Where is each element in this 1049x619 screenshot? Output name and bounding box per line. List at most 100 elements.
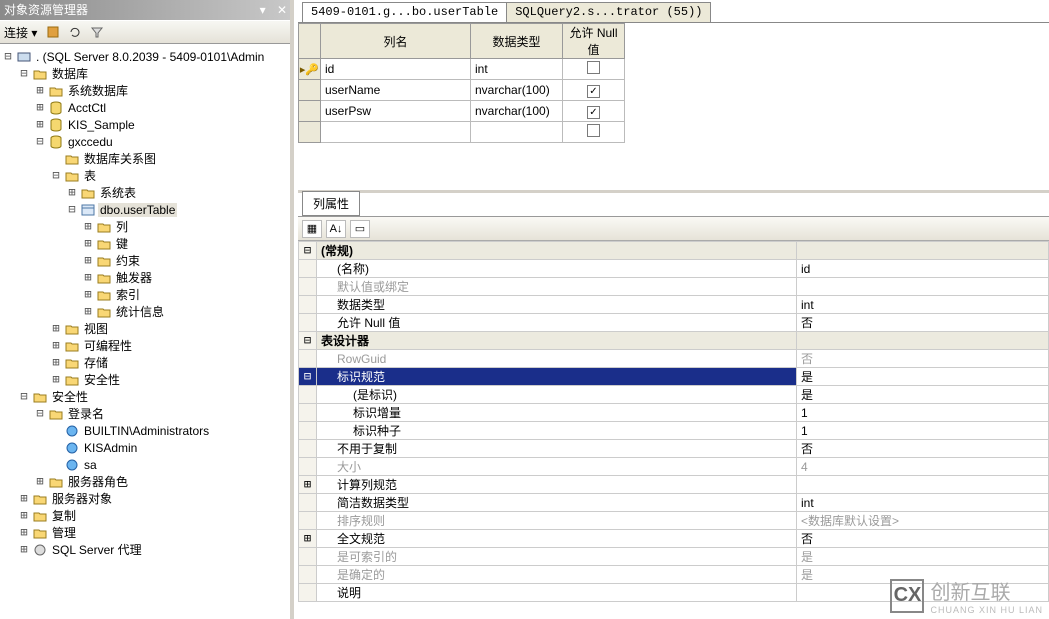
filter-icon[interactable]: [87, 22, 107, 42]
tree-systables[interactable]: 系统表: [98, 184, 138, 201]
tree-db-gxccedu[interactable]: gxccedu: [66, 135, 115, 149]
cell-colname[interactable]: userPsw: [321, 101, 471, 122]
props-row[interactable]: (名称)id: [299, 260, 1049, 278]
tree-replication[interactable]: 复制: [50, 507, 78, 524]
props-row[interactable]: 大小4: [299, 458, 1049, 476]
tree-serverroles[interactable]: 服务器角色: [66, 473, 130, 490]
tree-db-security[interactable]: 安全性: [82, 371, 122, 388]
row-selector[interactable]: ▸🔑: [299, 59, 321, 80]
tab-usertable[interactable]: 5409-0101.g...bo.userTable: [302, 2, 507, 22]
folder-icon: [32, 525, 48, 541]
propertypages-icon[interactable]: ▭: [350, 220, 370, 238]
folder-icon: [96, 270, 112, 286]
connect-button[interactable]: 连接 ▾: [4, 24, 37, 41]
props-tab-columnprops[interactable]: 列属性: [302, 191, 360, 216]
cell-datatype[interactable]: int: [471, 59, 563, 80]
props-row[interactable]: 简洁数据类型int: [299, 494, 1049, 512]
pin-icon[interactable]: ▾: [255, 0, 271, 20]
tree-server-root[interactable]: . (SQL Server 8.0.2039 - 5409-0101\Admin: [34, 50, 266, 64]
tree-login-kisadmin[interactable]: KISAdmin: [82, 441, 139, 455]
columns-grid[interactable]: 列名 数据类型 允许 Null 值 ▸🔑 id int userName nva…: [298, 23, 625, 143]
tree-constraints[interactable]: 约束: [114, 252, 142, 269]
cell-allownull[interactable]: ✓: [563, 101, 625, 122]
grid-row[interactable]: userName nvarchar(100) ✓: [299, 80, 625, 101]
tree-storage[interactable]: 存储: [82, 354, 110, 371]
tree-table-usertable[interactable]: dbo.userTable: [98, 203, 177, 217]
folder-icon: [64, 355, 80, 371]
props-row[interactable]: ⊞全文规范否: [299, 530, 1049, 548]
grid-row[interactable]: ▸🔑 id int: [299, 59, 625, 80]
tree-db-acctctl[interactable]: AcctCtl: [66, 101, 108, 115]
props-row[interactable]: 数据类型int: [299, 296, 1049, 314]
tree-serverobjects[interactable]: 服务器对象: [50, 490, 114, 507]
tree-stats[interactable]: 统计信息: [114, 303, 166, 320]
tree-triggers[interactable]: 触发器: [114, 269, 154, 286]
tree-management[interactable]: 管理: [50, 524, 78, 541]
cell-colname[interactable]: userName: [321, 80, 471, 101]
tree-databases[interactable]: 数据库: [50, 65, 90, 82]
tree-dbdiagrams[interactable]: 数据库关系图: [82, 150, 158, 167]
cell-colname[interactable]: id: [321, 59, 471, 80]
cell-datatype[interactable]: [471, 122, 563, 143]
connect-icon[interactable]: [43, 22, 63, 42]
watermark-sub: CHUANG XIN HU LIAN: [930, 605, 1043, 615]
grid-row[interactable]: userPsw nvarchar(100) ✓: [299, 101, 625, 122]
grid-header-allownull[interactable]: 允许 Null 值: [563, 24, 625, 59]
tab-sqlquery2[interactable]: SQLQuery2.s...trator (55)): [506, 2, 711, 22]
tree-tables[interactable]: 表: [82, 167, 98, 184]
tree-indexes[interactable]: 索引: [114, 286, 142, 303]
tree-columns[interactable]: 列: [114, 218, 130, 235]
refresh-icon[interactable]: [65, 22, 85, 42]
props-row[interactable]: 是可索引的是: [299, 548, 1049, 566]
tree-keys[interactable]: 键: [114, 235, 130, 252]
folder-icon: [64, 372, 80, 388]
tree-login-sa[interactable]: sa: [82, 458, 99, 472]
row-selector[interactable]: [299, 101, 321, 122]
props-category[interactable]: ⊟表设计器: [299, 332, 1049, 350]
agent-icon: [32, 542, 48, 558]
props-row[interactable]: 不用于复制否: [299, 440, 1049, 458]
grid-row-empty[interactable]: [299, 122, 625, 143]
object-explorer-tree[interactable]: ⊟. (SQL Server 8.0.2039 - 5409-0101\Admi…: [0, 44, 290, 619]
grid-header-colname[interactable]: 列名: [321, 24, 471, 59]
alphabetical-icon[interactable]: A↓: [326, 220, 346, 238]
grid-header-datatype[interactable]: 数据类型: [471, 24, 563, 59]
props-row[interactable]: RowGuid否: [299, 350, 1049, 368]
tree-programmability[interactable]: 可编程性: [82, 337, 134, 354]
props-row[interactable]: (是标识)是: [299, 386, 1049, 404]
checkbox-icon[interactable]: [587, 124, 600, 137]
checkbox-icon[interactable]: [587, 61, 600, 74]
cell-datatype[interactable]: nvarchar(100): [471, 101, 563, 122]
row-selector[interactable]: [299, 80, 321, 101]
checkbox-icon[interactable]: ✓: [587, 106, 600, 119]
dropdown-icon[interactable]: ✕: [274, 0, 290, 20]
props-row[interactable]: 标识增量1: [299, 404, 1049, 422]
tree-logins[interactable]: 登录名: [66, 405, 106, 422]
watermark-logo-icon: CX: [890, 579, 924, 613]
props-row[interactable]: 排序规则<数据库默认设置>: [299, 512, 1049, 530]
tree-login-builtin[interactable]: BUILTIN\Administrators: [82, 424, 211, 438]
row-selector[interactable]: [299, 122, 321, 143]
cell-allownull[interactable]: [563, 122, 625, 143]
props-row-selected[interactable]: ⊟标识规范是: [299, 368, 1049, 386]
props-row[interactable]: 标识种子1: [299, 422, 1049, 440]
checkbox-icon[interactable]: ✓: [587, 85, 600, 98]
categorized-icon[interactable]: ▦: [302, 220, 322, 238]
props-row[interactable]: 默认值或绑定: [299, 278, 1049, 296]
cell-allownull[interactable]: [563, 59, 625, 80]
tree-security[interactable]: 安全性: [50, 388, 90, 405]
cell-allownull[interactable]: ✓: [563, 80, 625, 101]
tree-views[interactable]: 视图: [82, 320, 110, 337]
folder-icon: [64, 168, 80, 184]
folder-icon: [48, 406, 64, 422]
folder-icon: [64, 338, 80, 354]
props-category[interactable]: ⊟(常规): [299, 242, 1049, 260]
props-grid[interactable]: ⊟(常规) (名称)id 默认值或绑定 数据类型int 允许 Null 值否 ⊟…: [298, 241, 1049, 602]
tree-agent[interactable]: SQL Server 代理: [50, 541, 144, 558]
cell-colname[interactable]: [321, 122, 471, 143]
props-row[interactable]: ⊞计算列规范: [299, 476, 1049, 494]
tree-sysdb[interactable]: 系统数据库: [66, 82, 130, 99]
cell-datatype[interactable]: nvarchar(100): [471, 80, 563, 101]
tree-db-kis[interactable]: KIS_Sample: [66, 118, 137, 132]
props-row[interactable]: 允许 Null 值否: [299, 314, 1049, 332]
